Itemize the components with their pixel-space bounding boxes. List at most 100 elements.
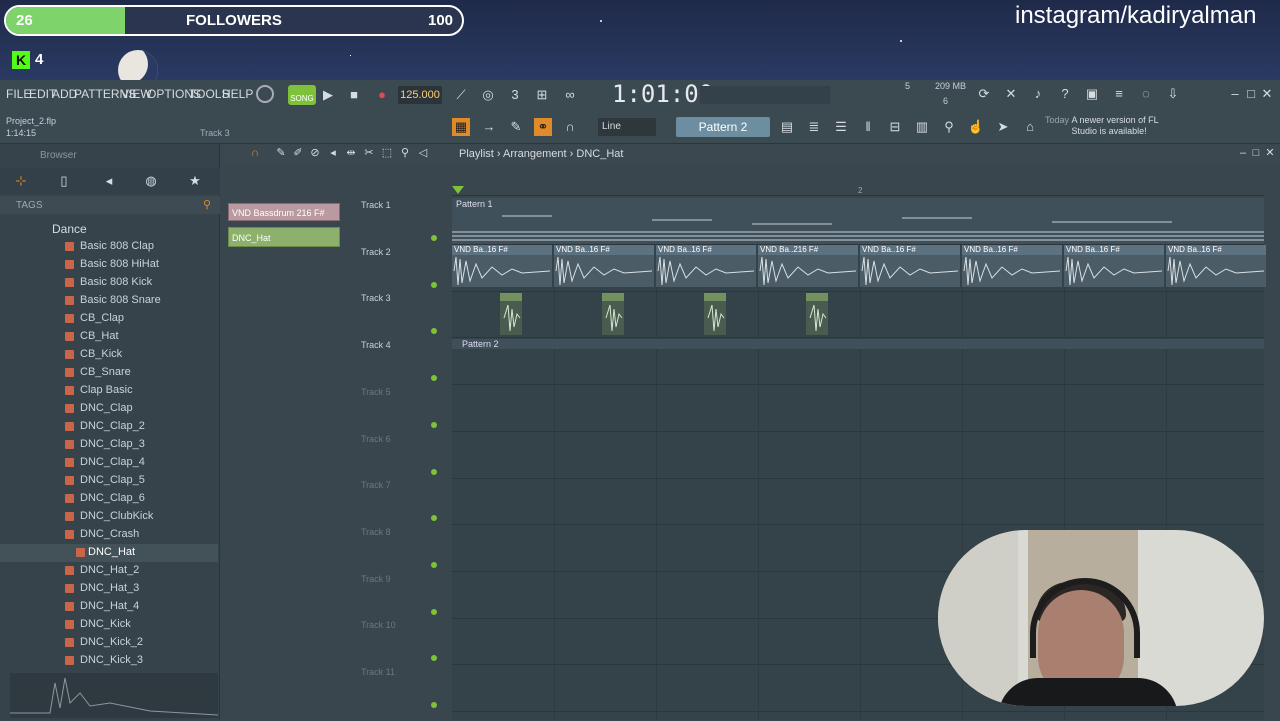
browser-item[interactable]: DNC_Clap_5 [0,472,218,490]
bass-audio-clip[interactable]: VND Ba..16 F# [962,245,1062,287]
touch-icon[interactable]: ☝ [967,118,985,136]
star-icon[interactable]: ★ [186,172,204,190]
browser-item[interactable]: DNC_Hat_2 [0,562,218,580]
browser-item[interactable]: DNC_Hat [0,544,218,562]
track-enable-led[interactable] [431,468,437,475]
song-position-display[interactable]: 1:01:00 [612,80,713,108]
download-icon[interactable]: ⇩ [1164,85,1182,103]
track-name[interactable]: Track 8 [361,527,391,537]
playlist-view-icon[interactable]: ▦ [452,118,470,136]
browser-item[interactable]: DNC_Clap_6 [0,490,218,508]
track-name[interactable]: Track 10 [361,620,396,630]
search-icon[interactable]: ⚲ [200,198,214,212]
plugin-icon[interactable]: ⚲ [940,118,958,136]
track-enable-led[interactable] [431,608,437,615]
pattern2-clip[interactable] [452,339,1264,349]
timeline-ruler[interactable]: 2 [452,166,1264,196]
microphone-icon[interactable]: ♪ [1029,85,1047,103]
save-icon[interactable]: ▣ [1083,85,1101,103]
link-icon[interactable]: ⚭ [534,118,552,136]
news-panel[interactable]: Today A newer version of FL Studio is av… [1045,115,1182,137]
piano-roll-icon[interactable]: ≣ [805,118,823,136]
browser-item[interactable]: DNC_Hat_3 [0,580,218,598]
hat-audio-clip[interactable] [602,293,624,335]
track-name[interactable]: Track 1 [361,200,391,210]
zoom-icon[interactable]: ⚲ [396,146,414,160]
pencil-icon[interactable]: ✎ [507,118,525,136]
slip-icon[interactable]: ⇹ [342,146,360,160]
magnet-icon[interactable]: ∩ [246,146,264,160]
delete-icon[interactable]: ⊘ [306,146,324,160]
hat-audio-clip[interactable] [704,293,726,335]
bass-audio-clip[interactable]: VND Ba..216 F# [758,245,858,287]
browser-item[interactable]: Basic 808 Snare [0,292,218,310]
track-name[interactable]: Track 2 [361,247,391,257]
tempo-display[interactable]: 125.000 [398,86,442,104]
browser-item[interactable]: CB_Snare [0,364,218,382]
channel-rack-icon[interactable]: ☰ [832,118,850,136]
browser-item[interactable]: Basic 808 Clap [0,238,218,256]
bass-audio-clip[interactable]: VND Ba..16 F# [656,245,756,287]
playhead-marker[interactable] [452,186,464,194]
plugins-icon[interactable]: ◂ [100,172,118,190]
pattern-selector[interactable]: Pattern 2 [676,117,770,137]
send-icon[interactable]: ➤ [994,118,1012,136]
store-icon[interactable]: ⌂ [1021,118,1039,136]
metronome-icon[interactable]: ⟋ [452,86,470,104]
play-icon[interactable]: ▶ [319,86,337,104]
mixer-icon[interactable]: ▤ [778,118,796,136]
song-mode-button[interactable]: SONG [288,85,316,105]
bass-audio-clip[interactable]: VND Ba..16 F# [1166,245,1266,287]
browser-item[interactable]: Basic 808 Kick [0,274,218,292]
playback-icon[interactable]: ◁ [414,146,432,160]
pencil-icon[interactable]: ✎ [272,146,290,160]
bass-audio-clip[interactable]: VND Ba..16 F# [554,245,654,287]
project-icon[interactable]: ▥ [913,118,931,136]
browser-item[interactable]: DNC_Hat_4 [0,598,218,616]
track-enable-led[interactable] [431,281,437,288]
track-name[interactable]: Track 4 [361,340,391,350]
browser-item[interactable]: Clap Basic [0,382,218,400]
track-name[interactable]: Track 9 [361,574,391,584]
browser-item[interactable]: DNC_Clap [0,400,218,418]
bass-audio-clip[interactable]: VND Ba..16 F# [860,245,960,287]
browser-item[interactable]: DNC_Kick_2 [0,634,218,652]
track-name[interactable]: Track 5 [361,387,391,397]
menu-help[interactable]: HELP [222,87,253,101]
track-enable-led[interactable] [431,235,437,241]
track-enable-led[interactable] [431,702,437,708]
master-volume-knob[interactable] [256,85,274,103]
stop-icon[interactable]: ■ [345,86,363,104]
track-name[interactable]: Track 11 [361,667,395,677]
browser-item[interactable]: DNC_Kick_3 [0,652,218,670]
all-icon[interactable]: ⊹ [12,172,30,190]
menu-file[interactable]: FILE [6,87,31,101]
hat-audio-clip[interactable] [806,293,828,335]
picker-channel-1[interactable]: VND Bassdrum 216 F# [228,203,340,221]
browser-item[interactable]: DNC_Crash [0,526,218,544]
track-name[interactable]: Track 3 [361,293,391,303]
browser-item[interactable]: CB_Clap [0,310,218,328]
close-icon[interactable]: ✕ [1258,85,1276,103]
arrow-right-icon[interactable]: → [480,118,498,136]
tools-icon[interactable]: ✕ [1002,85,1020,103]
slice-icon[interactable]: ✂ [360,146,378,160]
loop-record-icon[interactable]: ∞ [561,86,579,104]
mute-icon[interactable]: ◂ [324,146,342,160]
bass-audio-clip[interactable]: VND Ba..16 F# [1064,245,1164,287]
bass-audio-clip[interactable]: VND Ba..16 F# [452,245,552,287]
step-edit-icon[interactable]: ⊞ [533,86,551,104]
browser-item[interactable]: Basic 808 HiHat [0,256,218,274]
wait-for-input-icon[interactable]: ◎ [479,86,497,104]
browser-item[interactable]: DNC_ClubKick [0,508,218,526]
magnet-icon[interactable]: ∩ [561,118,579,136]
track-name[interactable]: Track 7 [361,480,391,490]
files-icon[interactable]: ▯ [55,172,73,190]
track-enable-led[interactable] [431,561,437,568]
database-icon[interactable]: ◍ [142,172,160,190]
track-enable-led[interactable] [431,421,437,428]
countdown-icon[interactable]: 3 [506,86,524,104]
chat-icon[interactable]: ◌ [1137,85,1155,103]
select-icon[interactable]: ⬚ [378,146,396,160]
record-icon[interactable]: ● [373,86,391,104]
